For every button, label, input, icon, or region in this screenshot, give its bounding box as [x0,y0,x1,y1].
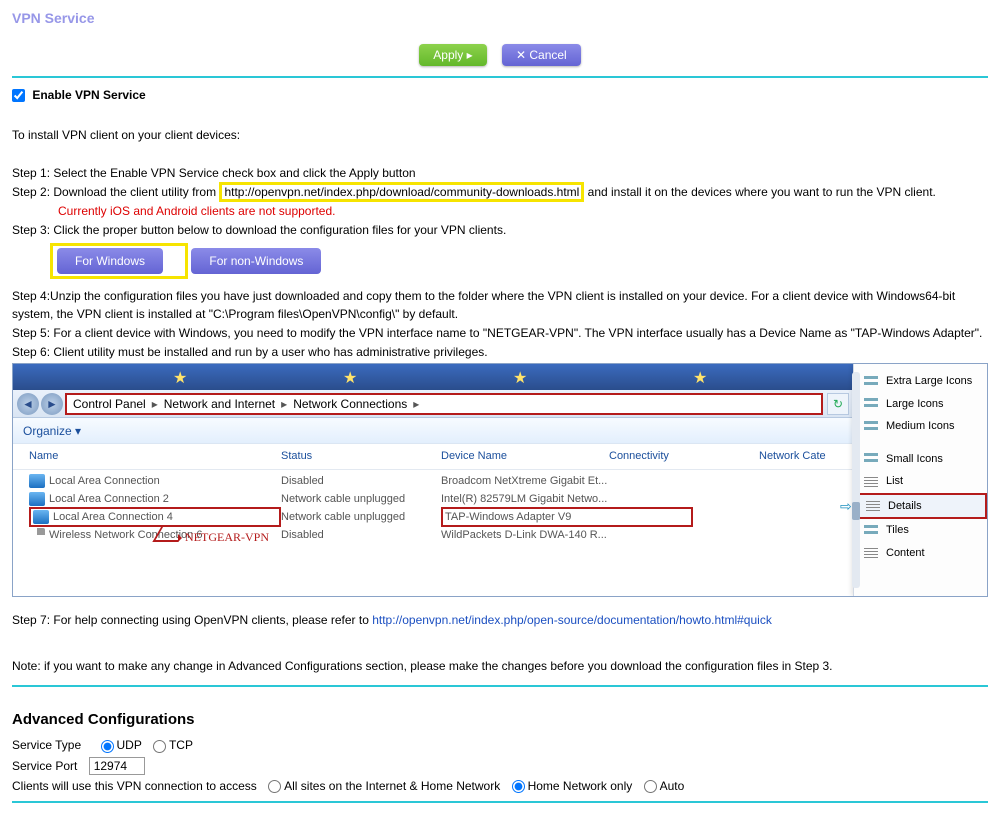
network-icon [33,510,49,524]
apply-button[interactable]: Apply ▸ [419,44,486,66]
netgear-vpn-annotation: NETGEAR-VPN [185,528,269,546]
access-label: Clients will use this VPN connection to … [12,779,257,793]
nav-forward-button[interactable]: ► [41,393,63,415]
service-port-input[interactable] [89,757,145,775]
advanced-note: Note: if you want to make any change in … [12,657,988,675]
step4-text: Step 4:Unzip the configuration files you… [12,287,988,323]
for-windows-button[interactable]: For Windows [57,248,163,274]
view-small[interactable]: Small Icons [854,448,987,471]
divider-bottom [12,801,988,803]
view-tiles[interactable]: Tiles [854,519,987,542]
view-menu: Extra Large Icons Large Icons Medium Ico… [853,364,987,596]
view-content[interactable]: Content [854,542,987,565]
breadcrumb[interactable]: Control Panel▸ Network and Internet▸ Net… [65,393,823,415]
service-type-tcp-radio[interactable] [153,740,166,753]
divider-top [12,76,988,78]
intro-text: To install VPN client on your client dev… [12,126,988,144]
refresh-button[interactable]: ↻ [827,393,849,415]
enable-vpn-checkbox[interactable] [12,89,25,102]
table-row[interactable]: Local Area Connection Disabled Broadcom … [29,472,987,490]
step3-text: Step 3: Click the proper button below to… [12,221,988,239]
network-icon [29,474,45,488]
advanced-heading: Advanced Configurations [12,711,988,728]
page-title: VPN Service [12,10,988,26]
step2-line: Step 2: Download the client utility from… [12,183,988,201]
explorer-window: ★ ★ ★ ★ ◄ ► Control Panel▸ Network and I… [12,363,988,597]
access-auto-radio[interactable] [644,780,657,793]
for-non-windows-button[interactable]: For non-Windows [191,248,321,274]
cancel-button[interactable]: ✕ Cancel [502,44,581,66]
view-large[interactable]: Large Icons [854,393,987,416]
service-type-label: Service Type [12,738,81,752]
service-port-label: Service Port [12,759,77,773]
view-list[interactable]: List [854,470,987,493]
access-all-radio[interactable] [268,780,281,793]
check-icon: ⇨ [840,496,852,517]
step7-line: Step 7: For help connecting using OpenVP… [12,611,988,629]
howto-link[interactable]: http://openvpn.net/index.php/open-source… [372,613,772,627]
network-icon [29,492,45,506]
step5-text: Step 5: For a client device with Windows… [12,324,988,342]
nav-back-button[interactable]: ◄ [17,393,39,415]
step1-text: Step 1: Select the Enable VPN Service ch… [12,164,988,182]
enable-vpn-label: Enable VPN Service [32,88,145,102]
service-type-udp-radio[interactable] [101,740,114,753]
column-headers[interactable]: Name Status Device Name Connectivity Net… [13,444,987,470]
step6-text: Step 6: Client utility must be installed… [12,343,988,361]
explorer-titlebar: ★ ★ ★ ★ [13,364,987,390]
ios-android-note: Currently iOS and Android clients are no… [58,202,988,220]
view-details[interactable]: ⇨Details [854,493,987,520]
view-extra-large[interactable]: Extra Large Icons [854,370,987,393]
access-home-radio[interactable] [512,780,525,793]
organize-menu[interactable]: Organize ▾ [23,422,81,440]
divider-mid [12,685,988,687]
view-medium[interactable]: Medium Icons [854,415,987,438]
view-slider[interactable] [852,372,860,588]
openvpn-download-link[interactable]: http://openvpn.net/index.php/download/co… [219,182,584,202]
wifi-icon [29,528,45,542]
